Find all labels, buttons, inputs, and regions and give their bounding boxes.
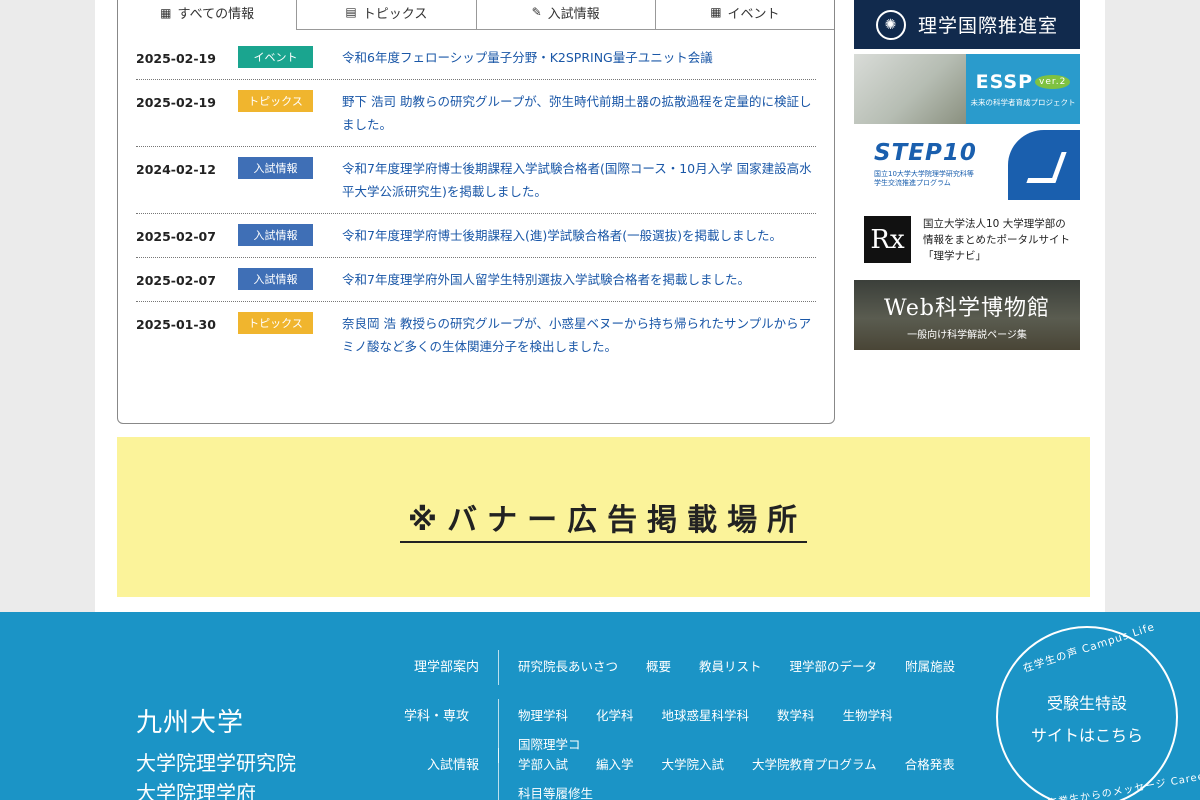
tab-events[interactable]: ▦ イベント [655,0,834,30]
news-title-link[interactable]: 令和7年度理学府博士後期課程入(進)学試験合格者(一般選抜)を掲載しました。 [342,224,816,247]
news-title-link[interactable]: 奈良岡 浩 教授らの研究グループが、小惑星ベヌーから持ち帰られたサンプルからアミ… [342,312,816,358]
news-tag[interactable]: 入試情報 [238,157,313,179]
footer-link[interactable]: 学部入試 [518,754,568,773]
circle-line-2: サイトはこちら [1030,726,1143,745]
footer-link[interactable]: 数学科 [777,705,815,724]
university-name: 九州大学 [136,708,245,738]
news-item: 2025-02-07 入試情報 令和7年度理学府博士後期課程入(進)学試験合格者… [136,214,816,258]
graduate-school-name: 大学院理学研究院 大学院理学府 [136,751,296,800]
tab-all[interactable]: ▦ すべての情報 [118,0,298,30]
footer-link[interactable]: 生物学科 [843,705,893,724]
news-date: 2024-02-12 [136,162,216,177]
footer-nav-row: 学科・専攻 物理学科 化学科 地球惑星科学科 数学科 生物学科 国際理学コ [404,699,998,763]
university-emblem-icon: ✺ [875,9,906,40]
footer-link[interactable]: 化学科 [596,705,634,724]
news-tag[interactable]: イベント [238,46,313,68]
rigaku-navi-banner[interactable]: Rx 国立大学法人10 大学理学部の 情報をまとめたポータルサイト 「理学ナビ」 [854,212,1080,267]
footer-link[interactable]: 編入学 [596,754,634,773]
circle-bottom-text: 卒業生からのメッセージ Career Path [1046,765,1200,800]
rx-logo-icon: Rx [864,216,911,263]
footer-link[interactable]: 附属施設 [905,656,955,675]
site-footer: 九州大学 大学院理学研究院 大学院理学府 理学部案内 研究院長あいさつ 概要 教… [0,612,1200,800]
tab-topics[interactable]: ▤ トピックス [297,0,477,30]
news-panel: ▦ すべての情報 ▤ トピックス ✎ 入試情報 ▦ イベント 2025-02-1… [117,0,835,424]
step10-banner[interactable]: STEP10 国立10大学大学院理学研究科等 学生交流推進プログラム [854,130,1080,200]
step10-title: STEP10 [874,140,977,166]
banner-label: 理学国際推進室 [917,15,1058,37]
news-item: 2025-02-19 トピックス 野下 浩司 助教らの研究グループが、弥生時代前… [136,80,816,147]
news-date: 2025-02-19 [136,95,216,110]
footer-link[interactable]: 研究院長あいさつ [518,656,618,675]
circle-line-1: 受験生特設 [1046,694,1127,713]
footer-nav-heading[interactable]: 入試情報 [404,748,479,773]
footer-nav-links: 研究院長あいさつ 概要 教員リスト 理学部のデータ 附属施設 [498,650,998,685]
footer-nav: 理学部案内 研究院長あいさつ 概要 教員リスト 理学部のデータ 附属施設 学科・… [404,650,998,800]
applicant-site-circle-button[interactable]: 在学生の声 Campus Life 受験生特設 サイトはこちら 卒業生からのメッ… [996,621,1200,800]
tab-admissions[interactable]: ✎ 入試情報 [476,0,656,30]
news-item: 2025-02-19 イベント 令和6年度フェローシップ量子分野・K2SPRIN… [136,36,816,80]
footer-nav-row: 理学部案内 研究院長あいさつ 概要 教員リスト 理学部のデータ 附属施設 [404,650,998,699]
footer-link[interactable]: 大学院入試 [662,754,725,773]
news-tag[interactable]: トピックス [238,312,313,334]
essp-banner[interactable]: ESSP ver.2 未来の科学者育成プロジェクト [854,54,1080,124]
ad-banner-text: ※バナー広告掲載場所 [399,495,808,543]
footer-link[interactable]: 科目等履修生 [518,783,593,800]
news-date: 2025-02-07 [136,229,216,244]
footer-nav-heading[interactable]: 理学部案内 [404,650,479,675]
news-date: 2025-02-07 [136,273,216,288]
tab-label: 入試情報 [547,6,600,22]
news-title-link[interactable]: 令和6年度フェローシップ量子分野・K2SPRING量子ユニット会議 [342,46,816,69]
news-item: 2025-01-30 トピックス 奈良岡 浩 教授らの研究グループが、小惑星ベヌ… [136,302,816,368]
tab-label: イベント [727,6,780,22]
footer-link[interactable]: 地球惑星科学科 [662,705,750,724]
news-tag[interactable]: 入試情報 [238,268,313,290]
news-title-link[interactable]: 野下 浩司 助教らの研究グループが、弥生時代前期土器の拡散過程を定量的に検証しま… [342,90,816,136]
web-museum-subtitle: 一般向け科学解説ページ集 [907,329,1027,341]
news-title-link[interactable]: 令和7年度理学府外国人留学生特別選抜入学試験合格者を掲載しました。 [342,268,816,291]
news-date: 2025-01-30 [136,317,216,332]
footer-link[interactable]: 物理学科 [518,705,568,724]
web-museum-banner[interactable]: Web科学博物館 一般向け科学解説ページ集 [854,280,1080,350]
calendar-icon: ▦ [710,5,722,19]
footer-nav-row: 入試情報 学部入試 編入学 大学院入試 大学院教育プログラム 合格発表 科目等履… [404,748,998,800]
essp-text: ESSP ver.2 未来の科学者育成プロジェクト [966,54,1080,124]
rigaku-navi-text: 国立大学法人10 大学理学部の 情報をまとめたポータルサイト 「理学ナビ」 [923,217,1070,262]
grid-icon: ▦ [160,5,172,20]
pencil-icon: ✎ [531,5,542,19]
step10-subtitle: 国立10大学大学院理学研究科等 学生交流推進プログラム [874,170,974,187]
news-tabs: ▦ すべての情報 ▤ トピックス ✎ 入試情報 ▦ イベント [118,0,834,30]
footer-link[interactable]: 大学院教育プログラム [752,754,877,773]
intl-office-banner[interactable]: ✺ 理学国際推進室 [854,0,1080,49]
footer-nav-heading[interactable]: 学科・専攻 [404,699,479,724]
newspaper-icon: ▤ [345,5,357,19]
footer-link[interactable]: 教員リスト [699,656,762,675]
essp-title: ESSP ver.2 [976,71,1071,93]
footer-link[interactable]: 合格発表 [905,754,955,773]
news-item: 2025-02-07 入試情報 令和7年度理学府外国人留学生特別選抜入学試験合格… [136,258,816,302]
news-tag[interactable]: 入試情報 [238,224,313,246]
news-item: 2024-02-12 入試情報 令和7年度理学府博士後期課程入学試験合格者(国際… [136,147,816,214]
tab-label: すべての情報 [177,7,255,22]
step10-logo-icon [1008,130,1080,200]
footer-link[interactable]: 概要 [646,656,671,675]
web-museum-title: Web科学博物館 [884,295,1050,321]
circle-top-text: 在学生の声 Campus Life [1021,620,1157,675]
tab-label: トピックス [362,6,428,22]
page: ▦ すべての情報 ▤ トピックス ✎ 入試情報 ▦ イベント 2025-02-1… [0,0,1200,800]
footer-nav-links: 学部入試 編入学 大学院入試 大学院教育プログラム 合格発表 科目等履修生 [498,748,998,800]
news-title-link[interactable]: 令和7年度理学府博士後期課程入学試験合格者(国際コース・10月入学 国家建設高水… [342,157,816,203]
essp-subtitle: 未来の科学者育成プロジェクト [970,97,1076,107]
news-list: 2025-02-19 イベント 令和6年度フェローシップ量子分野・K2SPRIN… [136,36,816,368]
step10-text: STEP10 国立10大学大学院理学研究科等 学生交流推進プログラム [854,130,1008,200]
ad-banner-area[interactable]: ※バナー広告掲載場所 [117,437,1090,597]
news-date: 2025-02-19 [136,51,216,66]
footer-link[interactable]: 理学部のデータ [790,656,878,675]
news-tag[interactable]: トピックス [238,90,313,112]
classroom-photo [854,54,966,124]
